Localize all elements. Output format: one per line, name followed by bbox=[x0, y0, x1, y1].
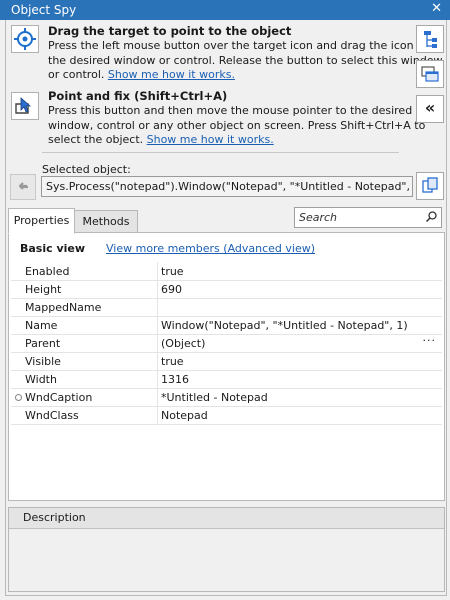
copy-icon bbox=[422, 177, 438, 193]
property-row-wndcaption[interactable]: WndCaption *Untitled - Notepad bbox=[11, 388, 442, 407]
column-separator bbox=[157, 262, 158, 280]
point-and-fix-button[interactable] bbox=[11, 92, 39, 120]
property-row-visible[interactable]: Visible true bbox=[11, 352, 442, 371]
column-separator bbox=[157, 298, 158, 316]
selected-object-field[interactable]: Sys.Process("notepad").Window("Notepad",… bbox=[41, 176, 413, 197]
fix-line: window, control or any other object on s… bbox=[48, 118, 426, 132]
property-row-height[interactable]: Height 690 bbox=[11, 280, 442, 299]
property-value[interactable]: (Object) bbox=[161, 337, 205, 350]
property-name: Visible bbox=[25, 355, 61, 368]
property-value[interactable]: 690 bbox=[161, 283, 182, 296]
description-label: Description bbox=[23, 511, 86, 524]
properties-grid: Basic view View more members (Advanced v… bbox=[8, 232, 445, 501]
property-value[interactable]: *Untitled - Notepad bbox=[161, 391, 268, 404]
object-spy-panel: Drag the target to point to the object P… bbox=[5, 20, 447, 596]
property-value[interactable]: true bbox=[161, 355, 184, 368]
column-separator bbox=[157, 334, 158, 352]
drag-line: the desired window or control. Release t… bbox=[48, 53, 443, 67]
fix-help-link[interactable]: Show me how it works. bbox=[147, 133, 274, 146]
property-row-name[interactable]: Name Window("Notepad", "*Untitled - Note… bbox=[11, 316, 442, 335]
property-value[interactable]: Notepad bbox=[161, 409, 208, 422]
divider bbox=[42, 152, 399, 153]
column-separator bbox=[157, 370, 158, 388]
selected-object-label: Selected object: bbox=[42, 163, 131, 176]
drag-line: Press the left mouse button over the tar… bbox=[48, 39, 429, 52]
property-row-mappedname[interactable]: MappedName bbox=[11, 298, 442, 317]
window-stack-icon bbox=[421, 66, 439, 82]
basic-view-label: Basic view bbox=[20, 242, 86, 255]
property-name: Enabled bbox=[25, 265, 70, 278]
property-name: Parent bbox=[25, 337, 61, 350]
property-name: WndClass bbox=[25, 409, 79, 422]
fix-title: Point and fix (Shift+Ctrl+A) bbox=[48, 89, 228, 103]
property-name: Height bbox=[25, 283, 62, 296]
property-row-width[interactable]: Width 1316 bbox=[11, 370, 442, 389]
arrow-left-icon bbox=[18, 182, 28, 190]
column-separator bbox=[157, 280, 158, 298]
property-value[interactable]: 1316 bbox=[161, 373, 189, 386]
close-icon[interactable]: ✕ bbox=[431, 2, 442, 16]
description-pane: Description bbox=[8, 507, 445, 592]
property-name: Width bbox=[25, 373, 57, 386]
tree-icon bbox=[424, 31, 437, 48]
property-row-parent[interactable]: Parent (Object) ··· bbox=[11, 334, 442, 353]
description-header: Description bbox=[9, 508, 444, 529]
drag-help-link[interactable]: Show me how it works. bbox=[108, 68, 235, 81]
collapse-icon: « bbox=[424, 98, 436, 117]
title-bar: Object Spy ✕ bbox=[0, 0, 450, 20]
fix-line: select the object. bbox=[48, 133, 144, 146]
fix-line: Press this button and then move the mous… bbox=[48, 104, 413, 117]
target-drag-icon[interactable] bbox=[11, 25, 39, 53]
drag-line: or control. bbox=[48, 68, 105, 81]
property-name: Name bbox=[25, 319, 58, 332]
advanced-view-link[interactable]: View more members (Advanced view) bbox=[106, 242, 315, 255]
property-name: WndCaption bbox=[25, 391, 93, 404]
mapped-indicator-icon bbox=[15, 394, 22, 401]
column-separator bbox=[157, 406, 158, 424]
back-button[interactable] bbox=[10, 174, 36, 200]
property-value[interactable]: true bbox=[161, 265, 184, 278]
property-row-wndclass[interactable]: WndClass Notepad bbox=[11, 406, 442, 425]
tab-properties[interactable]: Properties bbox=[8, 208, 75, 234]
fix-line-with-link: select the object. Show me how it works. bbox=[48, 133, 425, 148]
copy-button[interactable] bbox=[416, 172, 444, 200]
tab-methods[interactable]: Methods bbox=[74, 210, 138, 234]
property-name: MappedName bbox=[25, 301, 102, 314]
column-separator bbox=[157, 316, 158, 334]
ellipsis-button[interactable]: ··· bbox=[423, 334, 437, 347]
collapse-button[interactable]: « bbox=[416, 95, 444, 123]
object-tree-button[interactable] bbox=[416, 25, 444, 53]
fix-description: Press this button and then move the mous… bbox=[48, 104, 425, 148]
search-icon bbox=[425, 210, 438, 226]
drag-line-with-link: or control. Show me how it works. bbox=[48, 68, 443, 83]
drag-title: Drag the target to point to the object bbox=[48, 24, 292, 38]
column-separator bbox=[157, 352, 158, 370]
search-placeholder: Search bbox=[299, 211, 338, 224]
column-separator bbox=[157, 388, 158, 406]
property-row-enabled[interactable]: Enabled true bbox=[11, 262, 442, 281]
mapping-button[interactable] bbox=[416, 60, 444, 88]
window-title: Object Spy bbox=[11, 3, 77, 17]
search-input[interactable]: Search bbox=[294, 207, 442, 228]
drag-description: Press the left mouse button over the tar… bbox=[48, 39, 443, 83]
property-value[interactable]: Window("Notepad", "*Untitled - Notepad",… bbox=[161, 319, 408, 332]
